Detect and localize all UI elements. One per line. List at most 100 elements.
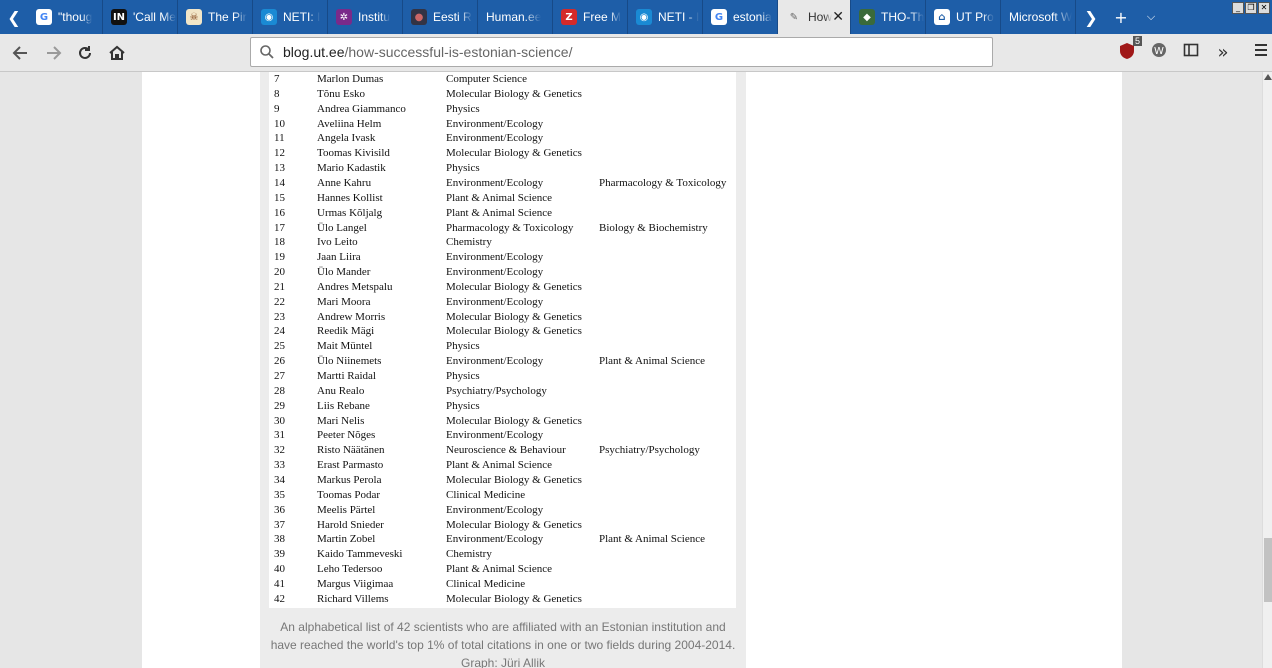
table-row: 29 Liis Rebane Physics	[269, 399, 736, 414]
forward-icon[interactable]	[40, 40, 66, 66]
scientist-name: Mari Moora	[317, 295, 371, 308]
scientist-name: Hannes Kollist	[317, 191, 383, 204]
tab-2[interactable]: ☠ The Pir	[178, 0, 253, 34]
restore-icon[interactable]: ❐	[1245, 2, 1257, 14]
table-row: 7 Marlon Dumas Computer Science	[269, 72, 736, 87]
tab-8[interactable]: ◉ NETI - I	[628, 0, 703, 34]
field-primary: Environment/Ecology	[446, 132, 544, 145]
menu-icon[interactable]	[1250, 42, 1272, 58]
row-number: 13	[274, 162, 285, 175]
scientist-name: Anne Kahru	[317, 176, 372, 189]
tab-4[interactable]: ✲ Institu	[328, 0, 403, 34]
row-number: 32	[274, 444, 285, 457]
tab-label: How	[808, 10, 833, 24]
tab-scroll-left-icon[interactable]: ❮	[0, 0, 28, 34]
table-row: 33 Erast Parmasto Plant & Animal Science	[269, 458, 736, 473]
sidebar-icon[interactable]	[1180, 42, 1202, 58]
table-row: 37 Harold Snieder Molecular Biology & Gene…	[269, 518, 736, 533]
row-number: 24	[274, 325, 285, 338]
tab-label: 'Call Me	[133, 10, 176, 24]
tho-icon: ◆	[859, 9, 875, 25]
field-primary: Physics	[446, 340, 480, 353]
tab-label: THO-Th	[881, 10, 925, 24]
tab-10[interactable]: ✎ How ✕	[778, 0, 851, 34]
tab-scroll-right-icon[interactable]: ❯	[1076, 8, 1106, 27]
row-number: 14	[274, 176, 285, 189]
row-number: 38	[274, 533, 285, 546]
scroll-up-icon[interactable]	[1264, 74, 1272, 80]
tab-1[interactable]: IN 'Call Me	[103, 0, 178, 34]
row-number: 7	[274, 73, 280, 85]
vertical-scrollbar[interactable]	[1262, 72, 1272, 668]
field-primary: Molecular Biology & Genetics	[446, 147, 582, 160]
back-icon[interactable]	[8, 40, 34, 66]
scientist-name: Andrea Giammanco	[317, 102, 406, 115]
field-primary: Plant & Animal Science	[446, 206, 553, 219]
table-row: 21 Andres Metspalu Molecular Biology & Gen…	[269, 280, 736, 295]
pirate-icon: ☠	[186, 9, 202, 25]
tab-11[interactable]: ◆ THO-Th	[851, 0, 926, 34]
url-bar[interactable]: blog.ut.ee/how-successful-is-estonian-sc…	[250, 37, 993, 67]
field-primary: Physics	[446, 102, 480, 115]
row-number: 35	[274, 488, 285, 501]
scrollbar-thumb[interactable]	[1264, 538, 1272, 602]
reload-icon[interactable]	[72, 40, 98, 66]
field-secondary: Plant & Animal Science	[599, 533, 706, 546]
tab-tools: ❯ + ⌵	[1076, 0, 1166, 34]
table-row: 14 Anne Kahru Environment/Ecology Pharmacol…	[269, 176, 736, 191]
close-window-icon[interactable]: ✕	[1258, 2, 1270, 14]
overflow-chevron-icon[interactable]: »	[1212, 42, 1234, 63]
tab-7[interactable]: Z Free M	[553, 0, 628, 34]
field-primary: Plant & Animal Science	[446, 563, 553, 576]
new-tab-icon[interactable]: +	[1106, 8, 1136, 27]
table-row: 17 Ülo Langel Pharmacology & Toxicology Bio…	[269, 221, 736, 236]
home-icon[interactable]	[104, 40, 130, 66]
extension-w-icon[interactable]: W	[1148, 42, 1170, 58]
table-row: 38 Martin Zobel Environment/Ecology Plant &…	[269, 532, 736, 547]
tab-13[interactable]: Microsoft W	[1001, 0, 1076, 34]
tab-9[interactable]: Gestonia	[703, 0, 778, 34]
tab-label: Institu	[358, 10, 391, 24]
scientist-name: Margus Viigimaa	[317, 577, 394, 590]
field-primary: Environment/Ecology	[446, 533, 544, 546]
tab-12[interactable]: ⌂ UT Pro	[926, 0, 1001, 34]
url-host: blog.ut.ee	[283, 44, 345, 60]
row-number: 27	[274, 370, 285, 382]
close-tab-icon[interactable]: ✕	[832, 9, 844, 25]
table-row: 26 Ülo Niinemets Environment/Ecology Plant …	[269, 354, 736, 369]
table-row: 31 Peeter Nõges Environment/Ecology	[269, 428, 736, 443]
row-number: 30	[274, 414, 285, 427]
field-secondary: Pharmacology & Toxicology	[599, 176, 727, 189]
ublock-icon[interactable]: 5	[1116, 36, 1142, 60]
tab-list-dropdown-icon[interactable]: ⌵	[1136, 10, 1166, 24]
tab-6[interactable]: Human.ee	[478, 0, 553, 34]
scientist-name: Liis Rebane	[317, 399, 370, 412]
table-row: 20 Ülo Mander Environment/Ecology	[269, 265, 736, 280]
minimize-icon[interactable]: _	[1232, 2, 1244, 14]
neti-icon: ◉	[636, 9, 652, 25]
tab-label: Eesti R	[433, 10, 472, 24]
tab-label: NETI: I	[283, 10, 321, 24]
scientist-name: Tõnu Esko	[317, 87, 365, 100]
row-number: 25	[274, 340, 285, 353]
row-number: 16	[274, 206, 285, 219]
scientist-name: Leho Tedersoo	[317, 563, 383, 576]
tab-3[interactable]: ◉ NETI: I	[253, 0, 328, 34]
tab-0[interactable]: G "thoug	[28, 0, 103, 34]
institute-icon: ✲	[336, 9, 352, 25]
scientist-name: Marlon Dumas	[317, 73, 384, 85]
scientist-name: Erast Parmasto	[317, 459, 384, 472]
scientist-name: Risto Näätänen	[317, 444, 385, 457]
page-viewport: 7 Marlon Dumas Computer Science 8 Tõnu Esko M…	[0, 72, 1262, 668]
field-primary: Physics	[446, 399, 480, 412]
tab-label: "thoug	[58, 10, 93, 24]
row-number: 39	[274, 548, 285, 561]
field-primary: Plant & Animal Science	[446, 191, 553, 204]
scientist-name: Angela Ivask	[317, 132, 376, 145]
tab-5[interactable]: ● Eesti R	[403, 0, 478, 34]
field-primary: Psychiatry/Psychology	[446, 384, 547, 397]
tab-label: The Pir	[208, 10, 247, 24]
svg-text:W: W	[1154, 46, 1164, 57]
table-row: 19 Jaan Liira Environment/Ecology	[269, 250, 736, 265]
field-primary: Physics	[446, 162, 480, 175]
